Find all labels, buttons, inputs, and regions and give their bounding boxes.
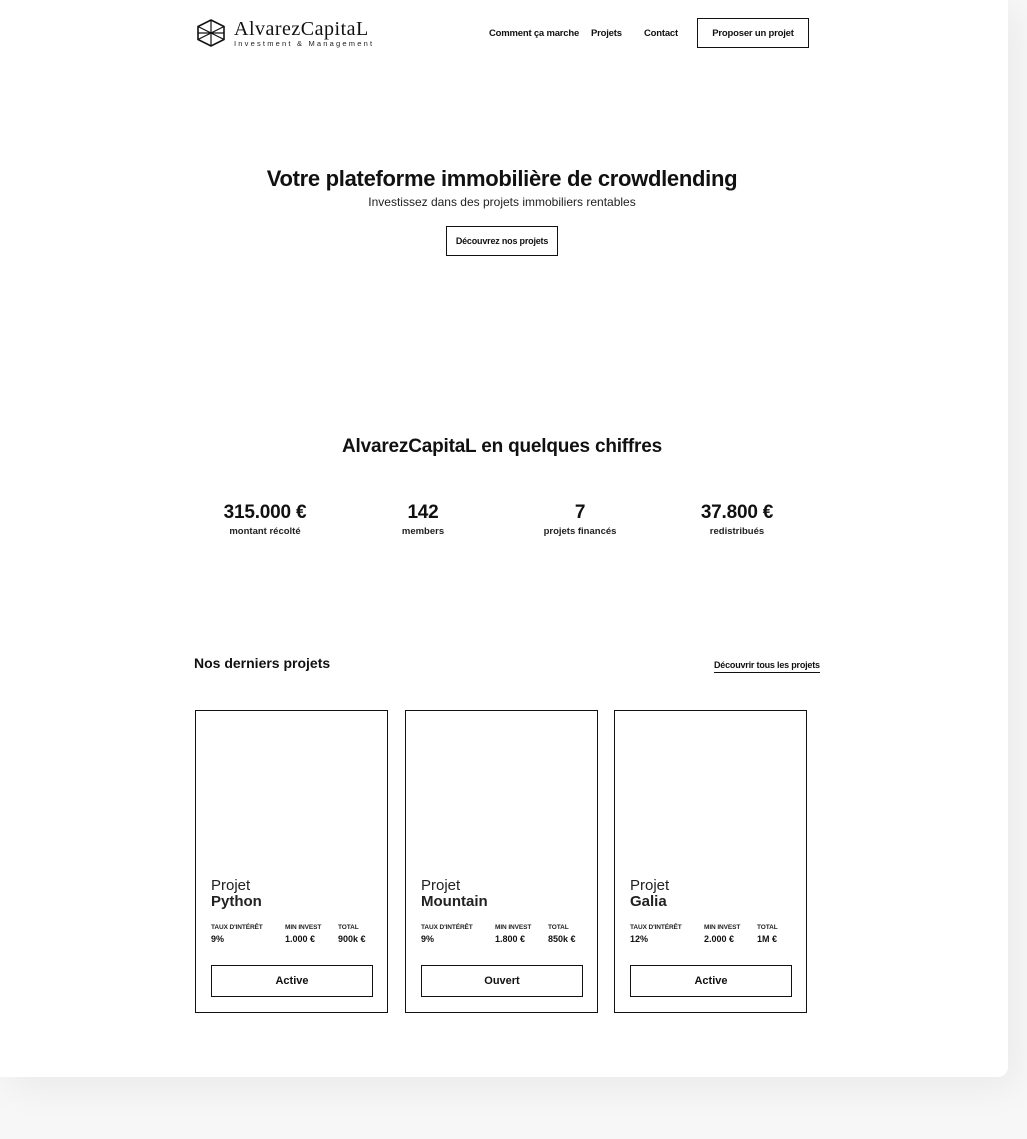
card-kicker: Projet: [630, 877, 670, 894]
metric-value: 12%: [630, 934, 649, 944]
nav-link-how-it-works[interactable]: Comment ça marche: [489, 28, 579, 39]
stat-value: 142: [407, 502, 439, 523]
metric-label: TAUX D'INTÉRÊT: [211, 924, 263, 931]
hero-title: Votre plateforme immobilière de crowdlen…: [266, 166, 738, 191]
metric-value: 1M €: [757, 934, 778, 944]
metric-value: 2.000 €: [704, 934, 735, 944]
metric-total: TOTAL 900k €: [338, 924, 366, 944]
card-name: Python: [211, 893, 262, 910]
stat-label: redistribués: [709, 526, 765, 537]
logo[interactable]: AlvarezCapitaL Investment & Management: [196, 18, 374, 48]
stat-label: montant récolté: [229, 526, 301, 537]
logo-tagline: Investment & Management: [234, 38, 375, 48]
metric-label: TOTAL: [338, 924, 359, 931]
stats-title-brand: AlvarezCapitaL: [342, 436, 477, 457]
metric-label: TAUX D'INTÉRÊT: [630, 924, 682, 931]
metric-value: 900k €: [338, 934, 366, 944]
metric-total: TOTAL 1M €: [757, 924, 778, 944]
metric-label: MIN INVEST: [704, 924, 741, 931]
status-button[interactable]: Active: [211, 965, 373, 997]
card-kicker: Projet: [421, 877, 461, 894]
metric-total: TOTAL 850k €: [548, 924, 576, 944]
metric-label: TOTAL: [548, 924, 569, 931]
metric-min-invest: MIN INVEST 1.000 €: [285, 924, 321, 944]
metric-min-invest: MIN INVEST 2.000 €: [704, 924, 740, 944]
nav-link-contact[interactable]: Contact: [644, 28, 678, 39]
metric-value: 9%: [421, 934, 435, 944]
propose-project-button[interactable]: Proposer un projet: [697, 18, 809, 48]
stat-value: 7: [574, 502, 586, 523]
card-name: Galia: [630, 893, 667, 910]
metric-min-invest: MIN INVEST 1.800 €: [495, 924, 531, 944]
projects-title: Nos derniers projets: [194, 655, 331, 671]
metric-label: TAUX D'INTÉRÊT: [421, 924, 473, 931]
nav-link-projects[interactable]: Projets: [591, 28, 622, 39]
status-button[interactable]: Ouvert: [421, 965, 583, 997]
page: AlvarezCapitaL Investment & Management C…: [0, 0, 1008, 1077]
card-name: Mountain: [421, 893, 488, 910]
stat-projects-funded: 7 projets financés: [505, 502, 655, 537]
stats-title: AlvarezCapitaL en quelques chiffres: [0, 436, 1004, 458]
metric-value: 1.000 €: [285, 934, 316, 944]
stats-title-suffix: en quelques chiffres: [481, 436, 662, 457]
status-button[interactable]: Active: [630, 965, 792, 997]
metric-rate: TAUX D'INTÉRÊT 9%: [211, 924, 263, 944]
project-card-mountain[interactable]: Projet Mountain TAUX D'INTÉRÊT 9% MIN IN…: [405, 710, 598, 1013]
metric-label: TOTAL: [757, 924, 778, 931]
metric-value: 1.800 €: [495, 934, 526, 944]
stat-redistributed: 37.800 € redistribués: [662, 502, 812, 537]
discover-all-projects-link[interactable]: Découvrir tous les projets: [714, 660, 820, 673]
metric-rate: TAUX D'INTÉRÊT 9%: [421, 924, 473, 944]
card-kicker: Projet: [211, 877, 251, 894]
stat-value: 37.800 €: [700, 502, 774, 523]
metric-label: MIN INVEST: [285, 924, 322, 931]
stat-amount-raised: 315.000 € montant récolté: [190, 502, 340, 537]
project-card-python[interactable]: Projet Python TAUX D'INTÉRÊT 9% MIN INVE…: [195, 710, 388, 1013]
discover-projects-button[interactable]: Découvrez nos projets: [446, 226, 558, 256]
metric-rate: TAUX D'INTÉRÊT 12%: [630, 924, 682, 944]
metric-label: MIN INVEST: [495, 924, 532, 931]
metric-value: 850k €: [548, 934, 576, 944]
metric-value: 9%: [211, 934, 225, 944]
logo-name: AlvarezCapitaL: [234, 17, 369, 40]
stat-value: 315.000 €: [223, 502, 307, 523]
logo-mark-icon: [197, 19, 225, 47]
project-card-galia[interactable]: Projet Galia TAUX D'INTÉRÊT 12% MIN INVE…: [614, 710, 807, 1013]
stat-members: 142 members: [348, 502, 498, 537]
stat-label: projets financés: [543, 526, 617, 537]
hero-subtitle: Investissez dans des projets immobiliers…: [368, 195, 636, 209]
stat-label: members: [401, 526, 445, 537]
